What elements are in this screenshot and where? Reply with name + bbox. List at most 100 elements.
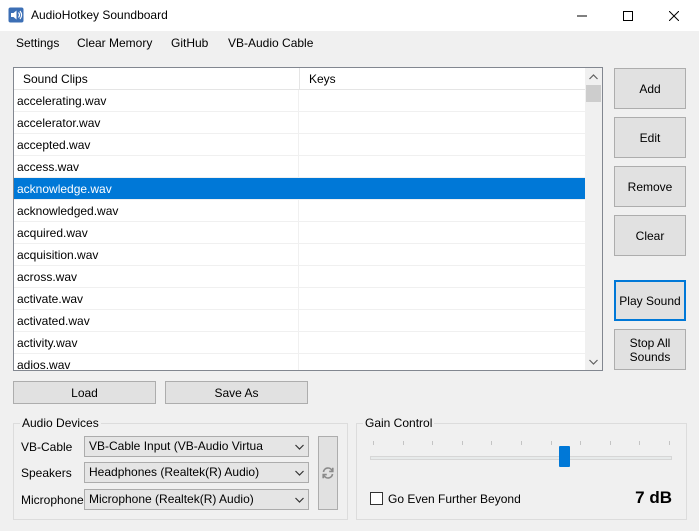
list-item-keys <box>300 112 585 133</box>
maximize-icon <box>623 10 633 21</box>
slider-tick <box>669 441 670 445</box>
chevron-down-icon <box>589 359 598 365</box>
list-item-clip: acknowledged.wav <box>14 200 299 221</box>
list-item[interactable]: adios.wav <box>14 354 585 370</box>
vb-cable-label: VB-Cable <box>21 440 73 454</box>
list-item[interactable]: access.wav <box>14 156 585 178</box>
list-item-clip: acquisition.wav <box>14 244 299 265</box>
microphone-select[interactable]: Microphone (Realtek(R) Audio) <box>84 489 309 510</box>
menu-github[interactable]: GitHub <box>171 36 208 50</box>
list-item[interactable]: across.wav <box>14 266 585 288</box>
load-button[interactable]: Load <box>13 381 156 404</box>
refresh-icon <box>322 467 334 479</box>
list-item-clip: accelerating.wav <box>14 90 299 111</box>
save-as-button[interactable]: Save As <box>165 381 308 404</box>
list-item[interactable]: acquired.wav <box>14 222 585 244</box>
go-further-beyond-label[interactable]: Go Even Further Beyond <box>388 492 521 506</box>
gain-value-display: 7 dB <box>635 488 672 507</box>
list-item[interactable]: acknowledge.wav <box>14 178 585 200</box>
stop-all-label-line2: Sounds <box>629 349 671 364</box>
add-button[interactable]: Add <box>614 68 686 109</box>
speakers-select[interactable]: Headphones (Realtek(R) Audio) <box>84 462 309 483</box>
list-item-keys <box>300 134 585 155</box>
gain-slider-track[interactable] <box>370 456 672 460</box>
slider-tick <box>491 441 492 445</box>
list-header: Sound Clips Keys <box>14 68 585 90</box>
list-item[interactable]: activated.wav <box>14 310 585 332</box>
stop-all-sounds-button[interactable]: Stop All Sounds <box>614 329 686 370</box>
title-bar: AudioHotkey Soundboard <box>0 0 699 31</box>
list-item-keys <box>300 90 585 111</box>
chevron-down-icon <box>292 490 306 509</box>
speakers-label: Speakers <box>21 466 72 480</box>
list-rows: accelerating.wav accelerator.wav accepted.… <box>14 90 585 370</box>
list-item-keys <box>300 288 585 309</box>
list-item-keys <box>300 200 585 221</box>
list-item[interactable]: accelerating.wav <box>14 90 585 112</box>
list-item-clip: activated.wav <box>14 310 299 331</box>
list-item-clip: activity.wav <box>14 332 299 353</box>
window-title: AudioHotkey Soundboard <box>31 8 168 22</box>
chevron-down-icon <box>292 463 306 482</box>
slider-tick <box>403 441 404 445</box>
close-icon <box>669 10 679 21</box>
scroll-down-button[interactable] <box>585 353 602 370</box>
maximize-button[interactable] <box>605 0 651 31</box>
stop-all-label-line1: Stop All <box>629 335 671 350</box>
slider-tick <box>580 441 581 445</box>
list-item-clip: across.wav <box>14 266 299 287</box>
scroll-up-button[interactable] <box>585 68 602 85</box>
menu-vb-audio-cable[interactable]: VB-Audio Cable <box>228 36 313 50</box>
list-item-keys <box>300 310 585 331</box>
list-item[interactable]: activate.wav <box>14 288 585 310</box>
list-item-clip: accelerator.wav <box>14 112 299 133</box>
slider-tick <box>432 441 433 445</box>
slider-tick <box>639 441 640 445</box>
list-item-clip: activate.wav <box>14 288 299 309</box>
microphone-select-value: Microphone (Realtek(R) Audio) <box>89 492 254 506</box>
speakers-select-value: Headphones (Realtek(R) Audio) <box>89 465 260 479</box>
list-item-keys <box>300 266 585 287</box>
list-item-clip: acknowledge.wav <box>14 178 299 199</box>
chevron-up-icon <box>589 73 598 79</box>
list-item-keys <box>300 156 585 177</box>
slider-tick <box>610 441 611 445</box>
gain-slider-thumb[interactable] <box>559 446 570 467</box>
list-scrollbar[interactable] <box>585 68 602 370</box>
list-item-clip: adios.wav <box>14 354 299 370</box>
list-item[interactable]: accepted.wav <box>14 134 585 156</box>
play-sound-button[interactable]: Play Sound <box>614 280 686 321</box>
menu-clear-memory[interactable]: Clear Memory <box>77 36 152 50</box>
list-item-keys <box>300 244 585 265</box>
refresh-devices-button[interactable] <box>318 436 338 510</box>
list-item[interactable]: acknowledged.wav <box>14 200 585 222</box>
gain-control-title: Gain Control <box>363 416 435 430</box>
menu-settings[interactable]: Settings <box>16 36 59 50</box>
list-item-clip: accepted.wav <box>14 134 299 155</box>
list-item[interactable]: acquisition.wav <box>14 244 585 266</box>
list-item[interactable]: accelerator.wav <box>14 112 585 134</box>
clear-button[interactable]: Clear <box>614 215 686 256</box>
column-header-sound-clips[interactable]: Sound Clips <box>14 68 300 90</box>
slider-tick <box>462 441 463 445</box>
go-further-beyond-checkbox[interactable] <box>370 492 383 505</box>
sound-clips-list[interactable]: Sound Clips Keys accelerating.wav acceler… <box>13 67 603 371</box>
list-item[interactable]: activity.wav <box>14 332 585 354</box>
close-button[interactable] <box>651 0 697 31</box>
scroll-thumb[interactable] <box>586 85 601 102</box>
remove-button[interactable]: Remove <box>614 166 686 207</box>
column-header-keys[interactable]: Keys <box>300 68 585 90</box>
list-item-keys <box>300 332 585 353</box>
vb-cable-select-value: VB-Cable Input (VB-Audio Virtua <box>89 439 263 453</box>
speaker-icon <box>8 7 24 23</box>
minimize-button[interactable] <box>559 0 605 31</box>
list-item-keys <box>300 354 585 370</box>
slider-tick <box>521 441 522 445</box>
minimize-icon <box>577 15 587 16</box>
vb-cable-select[interactable]: VB-Cable Input (VB-Audio Virtua <box>84 436 309 457</box>
edit-button[interactable]: Edit <box>614 117 686 158</box>
list-item-keys <box>300 178 585 199</box>
list-item-clip: acquired.wav <box>14 222 299 243</box>
slider-tick <box>373 441 374 445</box>
audio-devices-title: Audio Devices <box>20 416 101 430</box>
